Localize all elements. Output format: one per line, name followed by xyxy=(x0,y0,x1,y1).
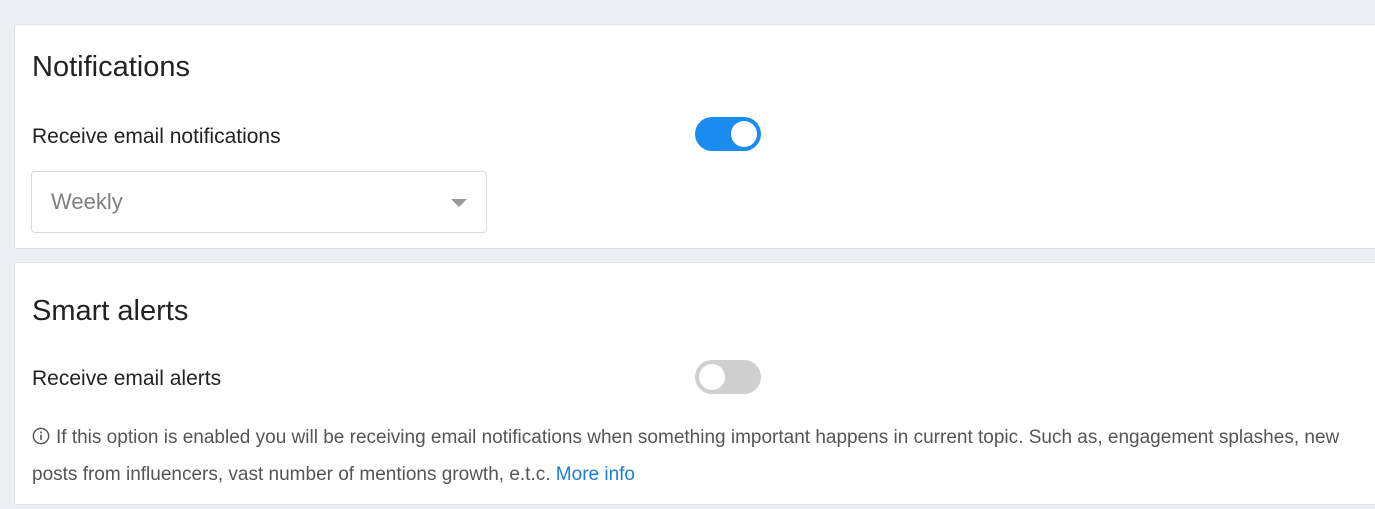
caret-down-icon xyxy=(451,199,467,207)
notification-frequency-select[interactable]: Weekly xyxy=(31,171,487,233)
smart-alerts-info: If this option is enabled you will be re… xyxy=(32,419,1362,493)
toggle-knob xyxy=(731,121,757,147)
smart-alerts-card: Smart alerts Receive email alerts If thi… xyxy=(14,262,1375,505)
email-alerts-label: Receive email alerts xyxy=(32,367,222,390)
notifications-card: Notifications Receive email notification… xyxy=(14,24,1375,249)
info-circle-icon xyxy=(32,427,50,445)
email-alerts-toggle[interactable] xyxy=(695,360,761,394)
email-notifications-label: Receive email notifications xyxy=(32,125,281,148)
more-info-link[interactable]: More info xyxy=(556,464,635,485)
smart-alerts-info-text: If this option is enabled you will be re… xyxy=(32,427,1340,485)
smart-alerts-title: Smart alerts xyxy=(32,295,189,327)
notifications-title: Notifications xyxy=(32,51,190,83)
frequency-selected-value: Weekly xyxy=(51,189,123,214)
email-notifications-toggle[interactable] xyxy=(695,117,761,151)
toggle-knob xyxy=(699,364,725,390)
